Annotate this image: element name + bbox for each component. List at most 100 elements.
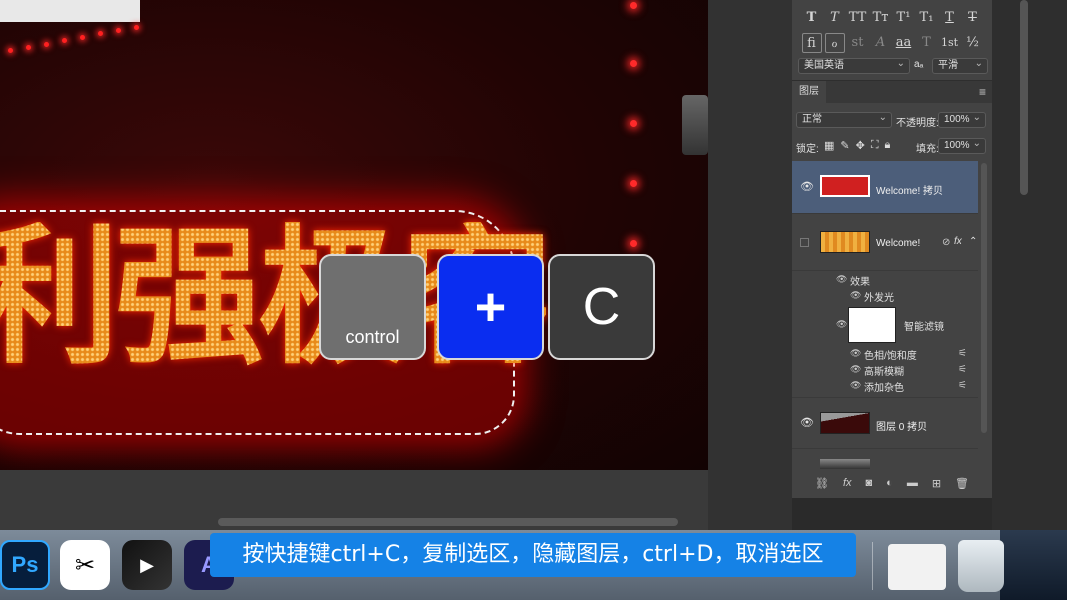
smart-filter-mask[interactable] (848, 307, 896, 343)
outer-glow-label[interactable]: 外发光 (864, 289, 894, 304)
fractions-button[interactable]: ½ (963, 33, 983, 53)
layer-thumbnail (820, 231, 870, 253)
superscript-button[interactable]: T¹ (894, 8, 914, 28)
led-light (630, 240, 637, 247)
add-mask-icon[interactable]: ◙ (866, 477, 873, 489)
lock-position-icon[interactable]: ✥ (856, 139, 865, 152)
filter-options-icon[interactable]: ⚟ (958, 348, 967, 359)
filter-eye-icon[interactable]: 👁︎ (850, 380, 861, 391)
lock-transparent-icon[interactable]: ▦ (824, 139, 834, 152)
faux-bold-button[interactable]: T (802, 8, 822, 28)
c-key: C (548, 254, 655, 360)
led-light (630, 2, 637, 9)
outer-glow-eye-icon[interactable]: 👁︎ (850, 290, 861, 301)
layers-tabbar: 图层 ≡ (792, 81, 992, 103)
visibility-toggle-off[interactable] (800, 238, 809, 247)
layers-panel: 图层 ≡ 正常 不透明度: 100% 锁定: ▦ ✎ ✥ ⛶ 🔒︎ 填充: 10… (792, 80, 992, 498)
layer-thumbnail (820, 175, 870, 197)
fill-input[interactable]: 100% (938, 137, 986, 154)
preview-window-icon[interactable] (888, 544, 946, 590)
faux-italic-button[interactable]: T (825, 8, 845, 28)
strikethrough-button[interactable]: T (963, 8, 983, 28)
trash-icon[interactable] (958, 540, 1004, 592)
subscript-button[interactable]: T₁ (917, 8, 937, 28)
led-light (630, 180, 637, 187)
image-top-strip (0, 0, 140, 22)
subtitle-caption: 按快捷键ctrl+C，复制选区，隐藏图层，ctrl+D，取消选区 (210, 533, 856, 577)
blend-mode-select[interactable]: 正常 (796, 111, 892, 128)
layer-row[interactable]: 👁︎ Welcome! 拷贝 (792, 161, 978, 214)
dock-divider (872, 542, 873, 590)
horizontal-scrollbar[interactable] (218, 518, 678, 526)
background-device (682, 95, 708, 155)
adjustment-layer-icon[interactable]: ◐ (886, 477, 893, 489)
discretionary-ligatures-button[interactable]: st (848, 33, 868, 53)
antialias-icon: aₐ (914, 59, 924, 70)
panel-gutter (708, 0, 792, 530)
vertical-scrollbar[interactable] (1020, 0, 1028, 195)
led-light (8, 48, 13, 53)
new-layer-icon[interactable]: ⊞ (932, 477, 941, 490)
language-select[interactable]: 美国英语 (798, 57, 910, 74)
desktop-wallpaper (1000, 530, 1067, 600)
chevron-up-icon[interactable]: ⌃ (969, 236, 977, 247)
layer-name[interactable]: Welcome! (876, 238, 920, 249)
titling-alternates-button[interactable]: T (917, 33, 937, 53)
filter-add-noise[interactable]: 添加杂色 (864, 379, 904, 394)
smart-object-icon: ⊘ (942, 237, 951, 248)
filter-options-icon[interactable]: ⚟ (958, 380, 967, 391)
lock-label: 锁定: (796, 144, 819, 155)
layer-row[interactable]: Welcome! ⊘ fx ⌃ (792, 214, 978, 271)
layer-name[interactable]: Welcome! 拷贝 (876, 182, 943, 197)
filter-eye-icon[interactable]: 👁︎ (850, 348, 861, 359)
right-edge-area (992, 0, 1067, 530)
photoshop-app-icon[interactable]: Ps (0, 540, 50, 590)
smart-filter-eye-icon[interactable]: 👁︎ (836, 319, 847, 330)
add-style-icon[interactable]: fx (843, 477, 852, 489)
underline-button[interactable]: T (940, 8, 960, 28)
ordinals-button[interactable]: 1st (940, 33, 960, 53)
contextual-alternates-button[interactable]: ℴ (824, 33, 845, 53)
small-caps-button[interactable]: Tт (871, 8, 891, 28)
document-canvas[interactable]: 利强极客 (0, 0, 708, 470)
text-style-row: T T TT Tт T¹ T₁ T T (792, 8, 992, 28)
control-key: control (319, 254, 426, 360)
led-light (80, 35, 85, 40)
filter-eye-icon[interactable]: 👁︎ (850, 364, 861, 375)
lock-all-icon[interactable]: 🔒︎ (885, 139, 891, 152)
capcut-app-icon[interactable]: ✂ (60, 540, 110, 590)
new-group-icon[interactable]: ▬ (907, 477, 918, 489)
layer-thumbnail-partial (820, 459, 870, 469)
swash-button[interactable]: A (871, 33, 891, 53)
link-layers-icon[interactable]: ⛓︎ (815, 477, 829, 490)
antialias-select[interactable]: 平滑 (932, 57, 988, 74)
led-light (26, 45, 31, 50)
all-caps-button[interactable]: TT (848, 8, 868, 28)
stylistic-alternates-button[interactable]: aa (894, 33, 914, 53)
opacity-label: 不透明度: (896, 118, 939, 129)
layer-row[interactable]: 👁︎ 图层 0 拷贝 (792, 397, 978, 449)
ligature-button[interactable]: fi (801, 33, 822, 53)
lock-image-icon[interactable]: ✎ (840, 139, 849, 152)
led-light (116, 28, 121, 33)
layer-name[interactable]: 图层 0 拷贝 (876, 418, 927, 433)
eye-icon[interactable]: 👁︎ (800, 417, 814, 429)
filter-gaussian-blur[interactable]: 高斯模糊 (864, 363, 904, 378)
filter-options-icon[interactable]: ⚟ (958, 364, 967, 375)
panel-menu-icon[interactable]: ≡ (979, 85, 986, 99)
opentype-row: fi ℴ st A aa T 1st ½ (792, 33, 992, 53)
character-panel: T T TT Tт T¹ T₁ T T fi ℴ st A aa T 1st ½… (792, 0, 992, 80)
filter-hue-saturation[interactable]: 色相/饱和度 (864, 347, 917, 362)
final-cut-app-icon[interactable]: ▶ (122, 540, 172, 590)
led-light (630, 60, 637, 67)
layers-scrollbar[interactable] (981, 163, 987, 433)
lock-artboard-icon[interactable]: ⛶ (871, 139, 879, 152)
tab-layers[interactable]: 图层 (792, 81, 826, 103)
delete-layer-icon[interactable]: 🗑︎ (955, 477, 969, 490)
led-light (134, 25, 139, 30)
eye-icon[interactable]: 👁︎ (800, 181, 814, 193)
fx-indicator[interactable]: fx (954, 236, 962, 247)
opacity-input[interactable]: 100% (938, 111, 986, 128)
effects-eye-icon[interactable]: 👁︎ (836, 274, 847, 285)
plus-key: + (437, 254, 544, 360)
